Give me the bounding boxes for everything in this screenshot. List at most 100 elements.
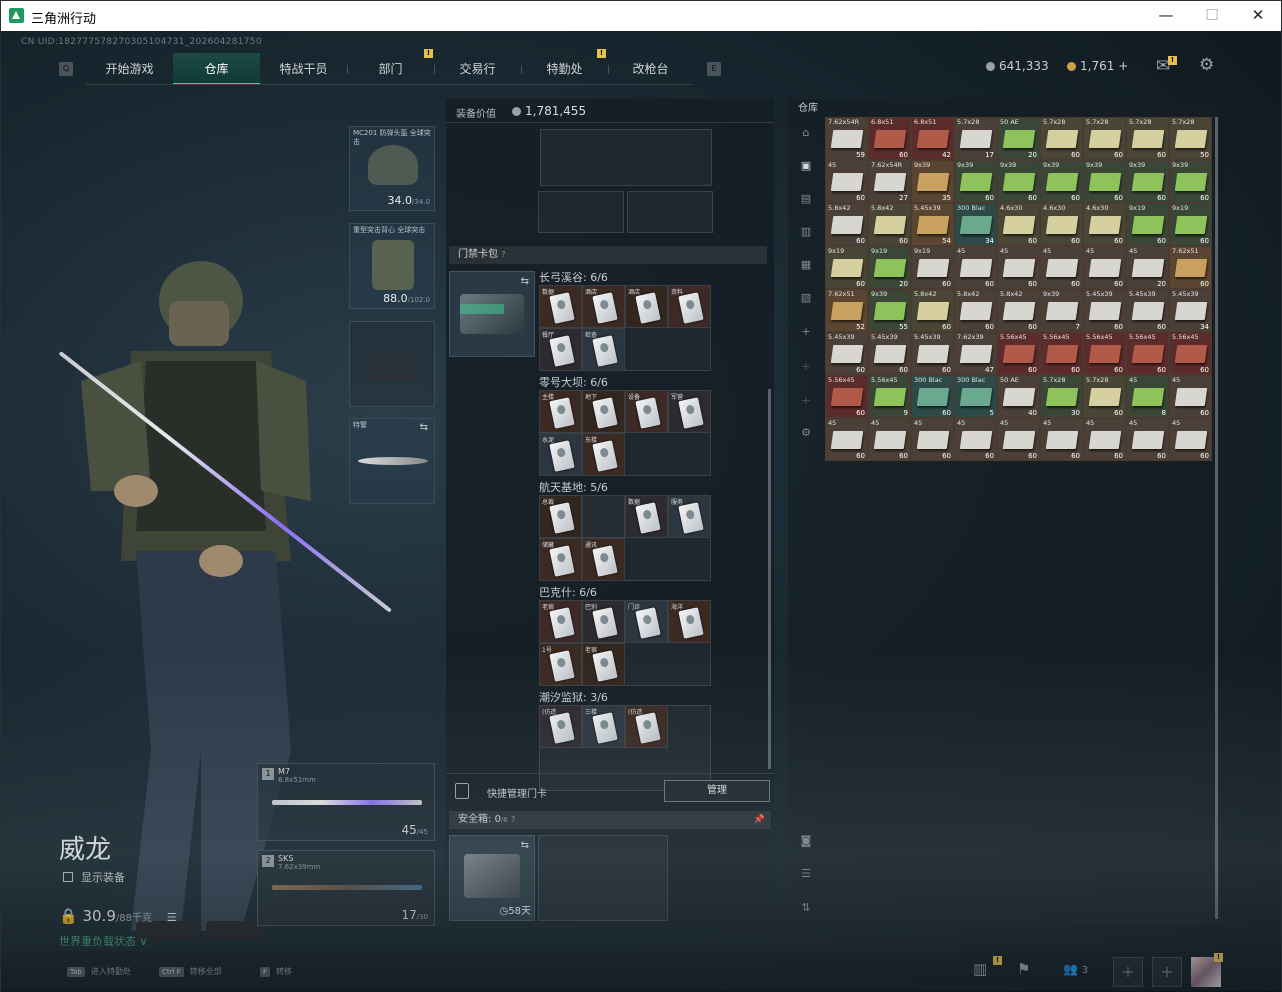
manage-button[interactable]: 管理 <box>664 780 770 802</box>
warehouse-item[interactable]: 45 60 <box>954 418 997 461</box>
warehouse-item[interactable]: 9x19 60 <box>1126 203 1169 246</box>
add-tab-icon[interactable]: + <box>795 321 817 343</box>
add-tab-icon[interactable]: + <box>795 356 817 378</box>
warehouse-item[interactable]: 45 20 <box>1126 246 1169 289</box>
hint-special-ops[interactable]: Tab 进入特勤处 <box>67 966 131 977</box>
warehouse-item[interactable]: 5.45x39 60 <box>1083 289 1126 332</box>
warehouse-item[interactable]: 9x39 60 <box>997 160 1040 203</box>
warehouse-item[interactable]: 45 60 <box>1126 418 1169 461</box>
helmet-slot[interactable]: MC201 防弹头盔 全球突击 34.0/34.0 <box>349 126 435 211</box>
swap-icon[interactable]: ⇆ <box>521 840 529 851</box>
keycard-item[interactable]: 检查 <box>582 328 625 371</box>
warehouse-item[interactable]: 7.62x39 47 <box>954 332 997 375</box>
tab-warehouse[interactable]: 仓库 <box>173 53 260 85</box>
warehouse-item[interactable]: 6.8x51 42 <box>911 117 954 160</box>
keycard-grid[interactable] <box>539 705 711 791</box>
scrollbar[interactable] <box>768 389 771 769</box>
warehouse-item[interactable]: 6.8x51 60 <box>868 117 911 160</box>
warehouse-item[interactable]: 5.8x42 60 <box>997 289 1040 332</box>
warehouse-item[interactable]: 45 60 <box>954 246 997 289</box>
warehouse-item[interactable]: 5.8x42 60 <box>825 203 868 246</box>
warehouse-item[interactable]: 9x39 60 <box>1040 160 1083 203</box>
gear-icon[interactable]: ⚙ <box>795 422 817 444</box>
warehouse-item[interactable]: 45 60 <box>1169 375 1212 418</box>
warehouse-item[interactable]: 300 Blac 5 <box>954 375 997 418</box>
keycard-item[interactable]: 餐厅 <box>539 328 582 371</box>
warehouse-item[interactable]: 5.7x28 60 <box>1040 117 1083 160</box>
warehouse-item[interactable]: 50 AE 40 <box>997 375 1040 418</box>
warehouse-item[interactable]: 45 60 <box>1083 418 1126 461</box>
warehouse-item[interactable]: 300 Blac 34 <box>954 203 997 246</box>
sort-icon[interactable]: ⇅ <box>795 897 817 919</box>
warehouse-item[interactable]: 5.45x39 54 <box>911 203 954 246</box>
warehouse-item[interactable]: 5.56x45 60 <box>1040 332 1083 375</box>
keycard-item[interactable]: (仿造 <box>539 705 582 748</box>
q-key-icon[interactable]: Q <box>59 62 73 76</box>
keycard-item[interactable]: 三楼 <box>582 705 625 748</box>
keycard-item[interactable]: 军营 <box>668 390 711 433</box>
warehouse-item[interactable]: 9x39 7 <box>1040 289 1083 332</box>
swap-icon[interactable]: ⇆ <box>420 422 428 433</box>
warehouse-item[interactable]: 5.45x39 60 <box>911 332 954 375</box>
keycard-item[interactable]: 设备 <box>625 390 668 433</box>
pouch-slot[interactable] <box>538 191 624 233</box>
friends-icon[interactable]: 👥 3 <box>1063 962 1088 976</box>
warehouse-item[interactable]: 45 60 <box>997 246 1040 289</box>
warehouse-item[interactable]: 9x39 55 <box>868 289 911 332</box>
warehouse-item[interactable]: 9x19 60 <box>1169 203 1212 246</box>
load-status[interactable]: 世界重负载状态 ∨ <box>59 933 148 949</box>
warehouse-item[interactable]: 5.7x28 60 <box>1083 375 1126 418</box>
keycard-item[interactable]: 1号 <box>539 643 582 686</box>
shelf-icon[interactable]: ▧ <box>795 287 817 309</box>
scrollbar[interactable] <box>1215 117 1218 919</box>
warehouse-item[interactable]: 45 60 <box>825 418 868 461</box>
tab-special-ops[interactable]: 特勤处 <box>521 53 608 85</box>
swap-icon[interactable]: ⇆ <box>521 276 529 287</box>
warehouse-item[interactable]: 9x39 60 <box>1169 160 1212 203</box>
keycard-item[interactable]: 数据 <box>539 285 582 328</box>
warehouse-item[interactable]: 7.62x51 60 <box>1169 246 1212 289</box>
keycard-item[interactable]: 酒店 <box>582 285 625 328</box>
pin-icon[interactable]: 📌 <box>754 811 765 829</box>
e-key-icon[interactable]: E <box>707 62 721 76</box>
pouch-slot[interactable] <box>627 191 713 233</box>
ammo-box-icon[interactable]: ▣ <box>795 155 817 177</box>
warehouse-item[interactable]: 300 Blac 60 <box>911 375 954 418</box>
warehouse-item[interactable]: 5.8x42 60 <box>954 289 997 332</box>
list-icon[interactable]: ☰ <box>167 911 177 924</box>
warehouse-item[interactable]: 5.56x45 60 <box>1083 332 1126 375</box>
warehouse-item[interactable]: 9x39 35 <box>911 160 954 203</box>
warehouse-item[interactable]: 5.8x42 60 <box>911 289 954 332</box>
tab-operators[interactable]: 特战干员 <box>260 53 347 85</box>
warehouse-item[interactable]: 9x19 60 <box>911 246 954 289</box>
warehouse-item[interactable]: 5.45x39 60 <box>825 332 868 375</box>
add-currency-button[interactable]: + <box>1118 59 1128 73</box>
keycard-item[interactable]: (仿造 <box>625 705 668 748</box>
gear-icon[interactable]: ⚙ <box>1199 55 1214 75</box>
warehouse-item[interactable]: 45 60 <box>1083 246 1126 289</box>
warehouse-item[interactable]: 4.6x30 60 <box>1083 203 1126 246</box>
add-tab-icon[interactable]: + <box>795 390 817 412</box>
storage-icon[interactable]: ▦ <box>795 254 817 276</box>
primary-weapon-slot[interactable]: 1 M7 6.8x51mm 45/45 <box>257 763 435 841</box>
hint-transfer[interactable]: F 转移 <box>260 966 292 977</box>
warehouse-item[interactable]: 5.56x45 9 <box>868 375 911 418</box>
warehouse-item[interactable]: 45 8 <box>1126 375 1169 418</box>
close-button[interactable]: ✕ <box>1235 1 1281 31</box>
keycard-item[interactable] <box>582 495 625 538</box>
box-icon[interactable]: ▥ <box>795 221 817 243</box>
tab-gunsmith[interactable]: 改枪台 <box>608 53 693 85</box>
melee-slot[interactable]: 特警 ⇆ <box>349 418 435 504</box>
maximize-button[interactable]: ☐ <box>1189 1 1235 31</box>
secondary-weapon-slot[interactable]: 2 SKS 7.62x39mm 17/30 <box>257 850 435 926</box>
warehouse-item[interactable]: 5.45x39 60 <box>1126 289 1169 332</box>
warehouse-item[interactable]: 5.7x28 60 <box>1083 117 1126 160</box>
warehouse-item[interactable]: 5.56x45 60 <box>997 332 1040 375</box>
keycard-item[interactable]: 海洋 <box>668 600 711 643</box>
warehouse-item[interactable]: 50 AE 20 <box>997 117 1040 160</box>
warehouse-item[interactable]: 5.56x45 60 <box>1169 332 1212 375</box>
warehouse-item[interactable]: 5.56x45 60 <box>1126 332 1169 375</box>
warehouse-item[interactable]: 5.45x39 34 <box>1169 289 1212 332</box>
vault-icon[interactable]: ⌂ <box>795 122 817 144</box>
warehouse-item[interactable]: 5.7x28 60 <box>1126 117 1169 160</box>
